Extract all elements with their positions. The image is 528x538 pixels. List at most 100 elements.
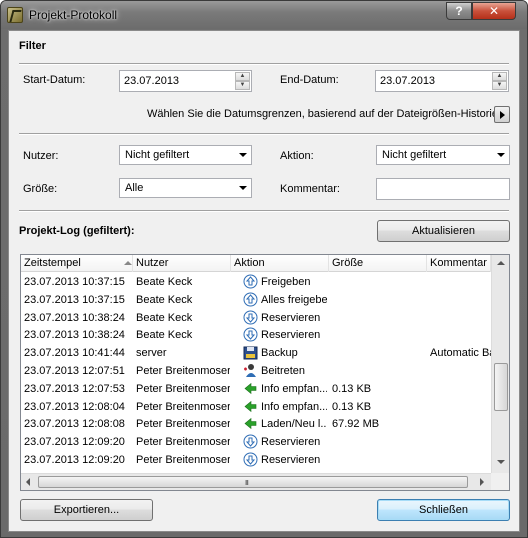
spin-up-icon[interactable]: ▲: [492, 72, 507, 81]
dialog-body: Filter Start-Datum: 23.07.2013 ▲ ▼ End-D…: [8, 30, 520, 532]
size-cell: 0.13 KB: [332, 400, 372, 413]
vertical-scrollbar[interactable]: [491, 255, 509, 473]
timestamp-cell: 23.07.2013 12:09:20: [24, 436, 125, 449]
scroll-right-icon[interactable]: [480, 478, 484, 486]
action-cell: Backup: [261, 347, 298, 360]
user-cell: Beate Keck: [136, 276, 193, 288]
start-date-field[interactable]: 23.07.2013 ▲ ▼: [119, 70, 252, 92]
log-table[interactable]: Zeitstempel Nutzer Aktion Größe Kommenta…: [20, 254, 510, 491]
user-cell: Peter Breitenmoser: [136, 400, 230, 413]
reserve-down-icon: [243, 327, 258, 342]
close-window-button[interactable]: ✕: [472, 2, 516, 20]
start-date-value: 23.07.2013: [124, 75, 180, 87]
chevron-down-icon: [239, 186, 247, 190]
backup-disk-icon: [243, 345, 258, 360]
table-row[interactable]: 23.07.2013 10:38:24 Beate Keck Reservieren: [21, 326, 491, 344]
size-filter-dropdown[interactable]: Alle: [119, 178, 252, 198]
user-cell: Peter Breitenmoser: [136, 382, 230, 395]
share-up-icon: [243, 274, 258, 289]
column-header-action[interactable]: Aktion: [231, 255, 329, 272]
end-date-field[interactable]: 23.07.2013 ▲ ▼: [375, 70, 509, 92]
export-button[interactable]: Exportieren...: [20, 499, 153, 521]
start-date-label: Start-Datum:: [23, 74, 86, 86]
user-filter-dropdown[interactable]: Nicht gefiltert: [119, 145, 252, 165]
table-row[interactable]: 23.07.2013 10:38:24 Beate Keck Reservieren: [21, 309, 491, 327]
action-filter-dropdown[interactable]: Nicht gefiltert: [376, 145, 510, 165]
help-button[interactable]: ?: [446, 2, 472, 20]
timestamp-cell: 23.07.2013 12:08:08: [24, 418, 125, 431]
project-log-window: Projekt-Protokoll ? ✕ Filter Start-Datum…: [0, 0, 528, 538]
horizontal-scroll-thumb[interactable]: III: [38, 476, 468, 488]
start-date-spinner[interactable]: ▲ ▼: [235, 72, 250, 90]
timestamp-cell: 23.07.2013 10:37:15: [24, 293, 125, 306]
green-arrow-left-icon: [243, 416, 258, 431]
spin-down-icon[interactable]: ▼: [492, 81, 507, 90]
timestamp-cell: 23.07.2013 12:08:04: [24, 400, 125, 413]
reserve-down-icon: [243, 434, 258, 449]
reserve-down-icon: [243, 452, 258, 467]
reserve-down-icon: [243, 310, 258, 325]
close-button[interactable]: Schließen: [377, 499, 510, 521]
timestamp-cell: 23.07.2013 10:37:15: [24, 276, 125, 288]
action-cell: Freigeben: [261, 276, 311, 288]
log-section-title: Projekt-Log (gefiltert):: [19, 225, 135, 237]
user-cell: Peter Breitenmoser: [136, 454, 230, 466]
spin-down-icon[interactable]: ▼: [235, 81, 250, 90]
column-header-comment[interactable]: Kommentar: [427, 255, 491, 272]
user-filter-label: Nutzer:: [23, 150, 59, 162]
history-play-button[interactable]: [494, 106, 510, 123]
date-range-hint: Wählen Sie die Datumsgrenzen, basierend …: [147, 108, 498, 120]
table-row[interactable]: 23.07.2013 12:08:08 Peter Breitenmoser Lad…: [21, 415, 491, 433]
end-date-value: 23.07.2013: [380, 75, 436, 87]
refresh-button[interactable]: Aktualisieren: [377, 220, 510, 242]
action-cell: Beitreten: [261, 365, 306, 377]
table-row[interactable]: 23.07.2013 12:09:20 Peter Breitenmoser Res…: [21, 433, 491, 451]
user-filter-value: Nicht gefiltert: [125, 149, 190, 161]
user-cell: server: [136, 347, 167, 360]
vertical-scroll-thumb[interactable]: [494, 363, 508, 411]
column-header-size[interactable]: Größe: [329, 255, 427, 272]
size-filter-label: Größe:: [23, 183, 58, 195]
divider: [19, 133, 509, 135]
action-cell: Alles freigeben: [261, 293, 327, 306]
action-filter-value: Nicht gefiltert: [382, 149, 447, 161]
table-row[interactable]: 23.07.2013 12:07:53 Peter Breitenmoser Inf…: [21, 380, 491, 398]
table-row[interactable]: 23.07.2013 10:37:15 Beate Keck Freigeben: [21, 273, 491, 291]
table-row[interactable]: 23.07.2013 12:08:04 Peter Breitenmoser Inf…: [21, 398, 491, 416]
join-user-icon: [243, 363, 258, 378]
table-row[interactable]: 23.07.2013 10:41:44 server Backup Automatic…: [21, 344, 491, 362]
end-date-label: End-Datum:: [280, 74, 339, 86]
end-date-spinner[interactable]: ▲ ▼: [492, 72, 507, 90]
comment-filter-input[interactable]: [376, 178, 510, 200]
timestamp-cell: 23.07.2013 10:38:24: [24, 329, 125, 342]
sort-ascending-icon: [124, 261, 132, 265]
table-row[interactable]: 23.07.2013 12:09:20 Peter Breitenmoser Res…: [21, 451, 491, 469]
action-cell: Reservieren: [261, 329, 321, 342]
scroll-left-icon[interactable]: [26, 478, 30, 486]
user-cell: Beate Keck: [136, 293, 193, 306]
app-icon: [7, 7, 23, 23]
timestamp-cell: 23.07.2013 12:07:51: [24, 365, 125, 377]
size-cell: 0.13 KB: [332, 382, 372, 395]
scroll-corner: [491, 473, 509, 490]
horizontal-scrollbar[interactable]: III: [21, 473, 491, 490]
user-cell: Peter Breitenmoser: [136, 365, 230, 377]
scroll-up-icon[interactable]: [497, 261, 505, 265]
column-header-user[interactable]: Nutzer: [133, 255, 231, 272]
column-header-timestamp[interactable]: Zeitstempel: [21, 255, 133, 272]
filter-section-title: Filter: [19, 40, 46, 52]
chevron-down-icon: [239, 153, 247, 157]
table-row[interactable]: 23.07.2013 12:07:51 Peter Breitenmoser Bei…: [21, 362, 491, 380]
table-header: Zeitstempel Nutzer Aktion Größe Kommenta…: [21, 255, 491, 272]
divider: [19, 63, 509, 65]
spin-up-icon[interactable]: ▲: [235, 72, 250, 81]
divider: [19, 210, 509, 212]
timestamp-cell: 23.07.2013 12:09:20: [24, 454, 125, 466]
title-bar[interactable]: Projekt-Protokoll ? ✕: [1, 1, 527, 29]
user-cell: Beate Keck: [136, 311, 193, 324]
action-cell: Reservieren: [261, 436, 321, 449]
action-cell: Info empfan...: [261, 400, 327, 413]
timestamp-cell: 23.07.2013 10:41:44: [24, 347, 125, 360]
table-row[interactable]: 23.07.2013 10:37:15 Beate Keck Alles freig…: [21, 291, 491, 309]
scroll-down-icon[interactable]: [497, 460, 505, 464]
